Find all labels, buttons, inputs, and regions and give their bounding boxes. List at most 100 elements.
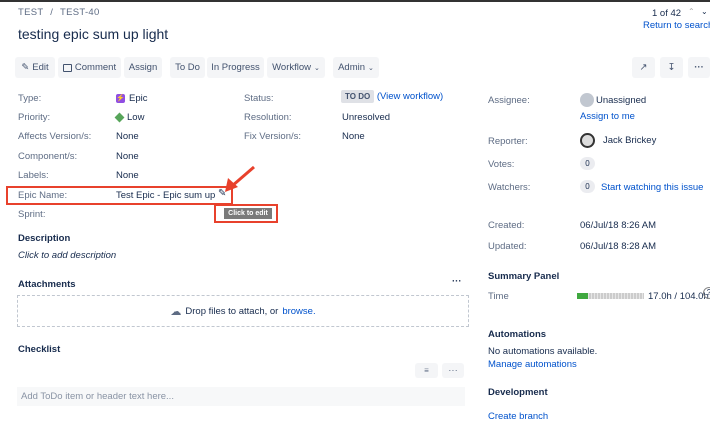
updated-value: 06/Jul/18 8:28 AM — [580, 241, 657, 252]
start-watching-link[interactable]: Start watching this issue — [601, 182, 703, 193]
breadcrumb-separator: / — [50, 7, 54, 18]
votes-count[interactable]: 0 — [580, 157, 595, 170]
pager-position: 1 of 42 — [652, 8, 682, 19]
checklist-heading: Checklist — [18, 344, 61, 355]
summary-panel-heading: Summary Panel — [488, 271, 560, 282]
in-progress-button[interactable]: In Progress — [207, 57, 264, 78]
comment-icon — [62, 63, 72, 72]
assignee-text: Unassigned — [596, 94, 647, 106]
checklist-filter-button[interactable]: ≡ — [415, 363, 438, 378]
affects-value[interactable]: None — [116, 131, 139, 142]
breadcrumb-project[interactable]: TEST — [18, 7, 43, 18]
epic-icon: ⚡ — [116, 94, 125, 103]
share-button[interactable]: ↗ — [632, 57, 655, 78]
more-icon: ··· — [694, 62, 704, 73]
page-title: testing epic sum up light — [18, 26, 169, 42]
filter-icon: ≡ — [424, 366, 429, 375]
type-value: ⚡ Epic — [116, 93, 147, 104]
pencil-icon: ✎ — [21, 62, 30, 73]
click-to-edit-tooltip: Click to edit — [224, 208, 272, 219]
export-button[interactable]: ↧ — [660, 57, 683, 78]
priority-value[interactable]: Low — [114, 112, 145, 123]
more-icon: ··· — [448, 365, 458, 376]
comment-label: Comment — [74, 62, 117, 73]
workflow-label: Workflow — [272, 62, 311, 73]
updated-label: Updated: — [488, 241, 527, 252]
admin-dropdown[interactable]: Admin ⌄ — [333, 57, 379, 78]
assign-button[interactable]: Assign — [124, 57, 162, 78]
return-to-search-link[interactable]: Return to search — [643, 20, 710, 31]
share-icon: ↗ — [639, 62, 648, 73]
reporter-text: Jack Brickey — [603, 135, 657, 146]
checklist-more-button[interactable]: ··· — [442, 363, 464, 378]
type-text: Epic — [129, 93, 148, 104]
reporter-label: Reporter: — [488, 136, 528, 147]
priority-text: Low — [127, 112, 145, 123]
assignee-label: Assignee: — [488, 95, 530, 106]
reporter-value[interactable]: Jack Brickey — [580, 133, 656, 148]
description-heading: Description — [18, 233, 71, 244]
automations-heading: Automations — [488, 329, 547, 340]
admin-label: Admin — [338, 62, 366, 73]
top-bar — [0, 0, 710, 2]
components-value[interactable]: None — [116, 151, 139, 162]
annotation-arrow-icon — [225, 165, 255, 192]
prev-issue-icon[interactable]: ⌃ — [688, 7, 695, 16]
export-icon: ↧ — [667, 62, 676, 73]
breadcrumb-issue[interactable]: TEST-40 — [60, 7, 100, 18]
priority-label: Priority: — [18, 112, 51, 123]
workflow-dropdown[interactable]: Workflow ⌄ — [267, 57, 325, 78]
drop-text: Drop files to attach, or — [185, 305, 279, 317]
priority-low-icon — [114, 112, 125, 123]
resolution-value: Unresolved — [342, 112, 391, 123]
manage-automations-link[interactable]: Manage automations — [488, 359, 577, 370]
created-label: Created: — [488, 220, 525, 231]
assignee-value[interactable]: Unassigned — [580, 93, 646, 107]
watchers-count[interactable]: 0 — [580, 180, 595, 193]
chevron-down-icon: ⌄ — [368, 64, 374, 72]
time-progress-fill — [577, 293, 588, 299]
votes-label: Votes: — [488, 159, 515, 170]
description-placeholder[interactable]: Click to add description — [18, 250, 116, 261]
components-label: Component/s: — [18, 151, 78, 162]
checklist-input[interactable]: Add ToDo item or header text here... — [17, 387, 465, 406]
more-actions-button[interactable]: ··· — [688, 57, 710, 78]
unassigned-avatar-icon — [580, 93, 594, 107]
development-heading: Development — [488, 387, 548, 398]
fix-version-label: Fix Version/s: — [244, 131, 302, 142]
reporter-avatar — [580, 133, 595, 148]
epic-name-label: Epic Name: — [18, 190, 68, 201]
type-label: Type: — [18, 93, 42, 104]
breadcrumb: TEST / TEST-40 — [18, 7, 100, 18]
help-icon[interactable]: ? — [703, 287, 710, 299]
automations-text: No automations available. — [488, 346, 598, 357]
fix-version-value[interactable]: None — [342, 131, 365, 142]
browse-link[interactable]: browse. — [282, 306, 315, 317]
labels-label: Labels: — [18, 170, 49, 181]
edit-label: Edit — [32, 62, 49, 73]
resolution-label: Resolution: — [244, 112, 292, 123]
attachments-heading: Attachments — [18, 279, 76, 290]
to-do-button[interactable]: To Do — [170, 57, 205, 78]
affects-label: Affects Version/s: — [18, 131, 92, 142]
comment-button[interactable]: Comment — [58, 57, 121, 78]
upload-cloud-icon: ☁ — [170, 305, 182, 318]
status-badge[interactable]: TO DO — [341, 90, 375, 103]
create-branch-link[interactable]: Create branch — [488, 411, 548, 422]
status-value: TO DO (View workflow) — [341, 90, 443, 103]
attachments-more-icon[interactable]: ··· — [452, 276, 462, 287]
chevron-down-icon: ⌄ — [314, 64, 320, 72]
edit-button[interactable]: ✎ Edit — [15, 57, 55, 78]
time-progress-bar — [577, 293, 644, 299]
epic-name-value[interactable]: Test Epic - Epic sum up — [116, 190, 215, 201]
watchers-label: Watchers: — [488, 182, 531, 193]
labels-value[interactable]: None — [116, 170, 139, 181]
sprint-label: Sprint: — [18, 209, 46, 220]
time-label: Time — [488, 291, 509, 302]
attachment-dropzone[interactable]: ☁ Drop files to attach, or browse. — [17, 295, 469, 327]
view-workflow-link[interactable]: (View workflow) — [377, 91, 443, 102]
next-issue-icon[interactable]: ⌄ — [701, 7, 708, 16]
assign-to-me-link[interactable]: Assign to me — [580, 111, 635, 122]
time-value: 17.0h / 104.0h — [648, 291, 709, 302]
created-value: 06/Jul/18 8:26 AM — [580, 220, 657, 231]
